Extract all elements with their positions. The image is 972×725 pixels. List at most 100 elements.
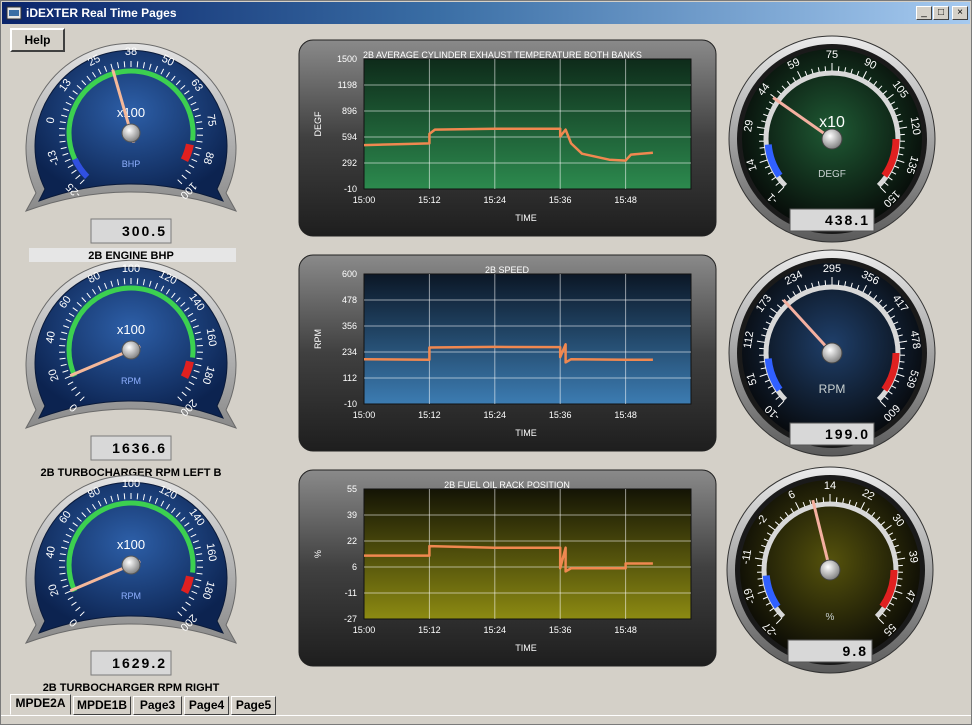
gauge-readout: 1636.6 — [112, 440, 167, 456]
plot-area — [363, 273, 692, 405]
y-tick-label: 6 — [352, 562, 357, 572]
close-button[interactable]: × — [952, 6, 968, 20]
right-gauge-2: -27-19-11-26142230394755%9.8 — [726, 466, 934, 674]
gauge-tick — [757, 578, 763, 580]
x-axis-label: TIME — [515, 643, 537, 653]
trend-chart-0: 2B AVERAGE CYLINDER EXHAUST TEMPERATURE … — [298, 39, 717, 237]
x-tick-label: 15:12 — [418, 410, 441, 420]
gauge-tick — [136, 61, 139, 68]
y-tick-label: -11 — [345, 588, 357, 598]
gauge-tick — [759, 147, 765, 149]
left-gauge-2: 020406080100 120140160180200x100RPM1629.2… — [24, 474, 238, 694]
gauge-tick — [123, 61, 126, 68]
gauge-hub — [821, 342, 843, 364]
gauge-tick-label: 40 — [44, 545, 58, 559]
gauge-unit: RPM — [121, 591, 141, 601]
y-tick-label: 39 — [347, 510, 357, 520]
gauge-red-band — [180, 360, 194, 380]
left-gauge-0: -25-13013253850637588100x100BHP300.52B E… — [24, 42, 238, 262]
gauge-tick — [123, 278, 126, 285]
chart-title: 2B SPEED — [485, 265, 530, 275]
tab-page3[interactable]: Page3 — [133, 696, 182, 715]
y-tick-label: 22 — [347, 536, 357, 546]
gauge-unit: DEGF — [818, 169, 846, 180]
y-tick-label: 292 — [342, 158, 357, 168]
trend-chart-1: 2B SPEED 600 478 356 234 112 -1015:00 15:12 15:2… — [298, 254, 717, 452]
gauge-tick-label: 29 — [742, 119, 756, 133]
x-axis-label: TIME — [515, 428, 537, 438]
tab-mpde2a[interactable]: MPDE2A — [10, 694, 71, 715]
x-tick-label: 15:00 — [353, 625, 376, 635]
gauge-red-band — [180, 575, 194, 595]
gauge-tick-label: -11 — [740, 548, 754, 565]
x-tick-label: 15:24 — [484, 625, 507, 635]
gauge-hub — [819, 559, 841, 581]
gauge-readout: 438.1 — [825, 212, 870, 228]
plot-area — [363, 58, 692, 190]
gauge-hub — [121, 123, 141, 143]
y-tick-label: 478 — [342, 295, 357, 305]
x-tick-label: 15:00 — [353, 195, 376, 205]
gauge-tick — [123, 493, 126, 500]
x-tick-label: 15:48 — [614, 195, 637, 205]
footer-divider — [1, 715, 971, 716]
gauge-tick-label: 75 — [204, 113, 218, 127]
x-tick-label: 15:24 — [484, 195, 507, 205]
gauge-tick — [136, 278, 139, 285]
trend-chart-2: 2B FUEL OIL RACK POSITION5539226-11-2715… — [298, 469, 717, 667]
gauge-multiplier: x10 — [819, 114, 845, 131]
y-tick-label: 600 — [342, 269, 357, 279]
minimize-button[interactable]: _ — [916, 6, 932, 20]
gauge-tick — [897, 578, 903, 580]
gauge-tick-label: 38 — [125, 46, 137, 58]
tab-page5[interactable]: Page5 — [231, 696, 276, 715]
gauge-unit: BHP — [122, 159, 141, 169]
dashboard: -25-13013253850637588100x100BHP300.52B E… — [24, 35, 936, 694]
gauge-caption: 2B TURBOCHARGER RPM RIGHT — [43, 682, 220, 694]
trend-charts: 2B AVERAGE CYLINDER EXHAUST TEMPERATURE … — [298, 39, 717, 667]
chart-title: 2B FUEL OIL RACK POSITION — [444, 480, 570, 490]
left-gauge-1: 020406080100 120140160180200x100RPM1636.6… — [24, 259, 238, 479]
gauge-tick — [899, 147, 905, 149]
right-gauge-1: -1051112173234 295 356417478539600RPM199.0 — [728, 249, 936, 457]
x-tick-label: 15:36 — [549, 410, 572, 420]
gauge-tick-label: 295 — [823, 263, 841, 275]
right-gauges: -1142944597590105120135150x10DEGF438.1-1… — [726, 35, 936, 674]
app-window: iDEXTER Real Time Pages _ □ × Help -25 -1… — [0, 0, 972, 725]
left-gauges: -25-13013253850637588100x100BHP300.52B E… — [24, 42, 238, 694]
x-axis-label: TIME — [515, 213, 537, 223]
gauge-red-band — [180, 143, 194, 163]
y-tick-label: 896 — [342, 106, 357, 116]
gauge-tick-label: 14 — [824, 480, 836, 492]
gauge-multiplier: x100 — [117, 322, 145, 337]
x-tick-label: 15:12 — [418, 625, 441, 635]
gauge-multiplier: x100 — [117, 105, 145, 120]
x-tick-label: 15:00 — [353, 410, 376, 420]
x-tick-label: 15:48 — [614, 625, 637, 635]
app-icon — [6, 6, 22, 20]
chart-title: 2B AVERAGE CYLINDER EXHAUST TEMPERATURE … — [363, 50, 642, 60]
gauge-hub — [121, 340, 141, 360]
tab-mpde1b[interactable]: MPDE1B — [73, 696, 131, 715]
y-tick-label: 1198 — [338, 80, 357, 90]
x-tick-label: 15:24 — [484, 410, 507, 420]
gauge-unit: RPM — [121, 376, 141, 386]
x-tick-label: 15:12 — [418, 195, 441, 205]
x-tick-label: 15:36 — [549, 195, 572, 205]
gauge-readout: 199.0 — [825, 426, 870, 442]
gauge-tick-label: 40 — [44, 330, 58, 344]
y-axis-label: DEGF — [313, 111, 323, 137]
right-gauge-0: -1142944597590105120135150x10DEGF438.1 — [728, 35, 936, 243]
y-tick-label: -10 — [344, 399, 357, 409]
x-tick-label: 15:36 — [549, 625, 572, 635]
gauge-readout: 9.8 — [843, 643, 868, 659]
y-tick-label: 1500 — [337, 54, 357, 64]
gauge-readout: 300.5 — [122, 223, 167, 239]
tab-page4[interactable]: Page4 — [184, 696, 229, 715]
gauge-tick-label: 100 — [122, 478, 140, 490]
y-tick-label: 234 — [342, 347, 357, 357]
gauge-unit: RPM — [819, 382, 846, 396]
maximize-button[interactable]: □ — [933, 6, 949, 20]
gauge-tick — [136, 493, 139, 500]
title-bar[interactable]: iDEXTER Real Time Pages _ □ × — [2, 2, 970, 24]
